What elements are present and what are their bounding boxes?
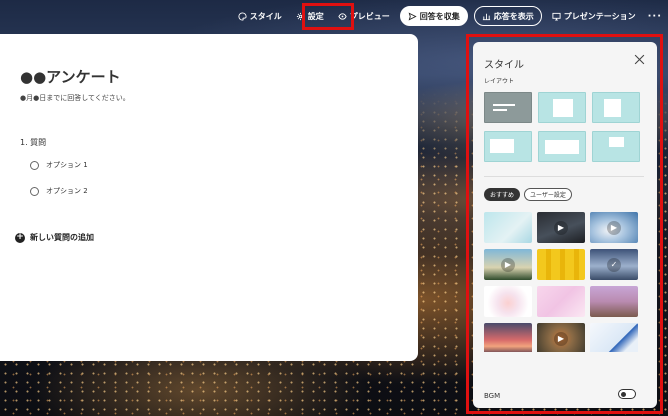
add-question-label: 新しい質問の追加 (30, 233, 94, 242)
top-toolbar: スタイル 設定 プレビュー 回答を収集 応答を表示 プレゼンテーション ··· (234, 6, 664, 26)
monitor-icon (552, 12, 561, 21)
radio-button[interactable] (30, 186, 39, 196)
style-button[interactable]: スタイル (234, 7, 286, 25)
form-description[interactable]: ●月●日までに回答してください。 (20, 93, 130, 103)
option-row[interactable]: オプション 2 (30, 186, 88, 196)
form-title[interactable]: ●●アンケート (20, 66, 121, 87)
question-title[interactable]: 1. 質問 (20, 137, 46, 148)
plus-icon: + (15, 232, 25, 243)
collect-responses-button[interactable]: 回答を収集 (399, 6, 468, 26)
style-panel-highlight (466, 34, 663, 414)
option-row[interactable]: オプション 1 (30, 160, 88, 170)
presentation-button-label: プレゼンテーション (563, 11, 636, 21)
add-question-button[interactable]: + 新しい質問の追加 (15, 232, 94, 243)
form-card: ●●アンケート ●月●日までに回答してください。 1. 質問 オプション 1 オ… (0, 34, 418, 361)
radio-button[interactable] (30, 160, 39, 170)
option-label: オプション 1 (46, 161, 88, 169)
more-options-button[interactable]: ··· (646, 11, 664, 22)
style-button-label: スタイル (249, 11, 282, 21)
presentation-button[interactable]: プレゼンテーション (548, 7, 640, 25)
style-button-highlight (302, 3, 354, 30)
bar-chart-icon (482, 13, 490, 20)
view-responses-label: 応答を表示 (493, 11, 534, 21)
send-icon (408, 11, 417, 21)
preview-button-label: プレビュー (349, 11, 390, 21)
view-responses-button[interactable]: 応答を表示 (473, 6, 542, 26)
palette-icon (238, 11, 247, 21)
collect-responses-label: 回答を収集 (419, 11, 460, 21)
option-label: オプション 2 (46, 187, 88, 195)
